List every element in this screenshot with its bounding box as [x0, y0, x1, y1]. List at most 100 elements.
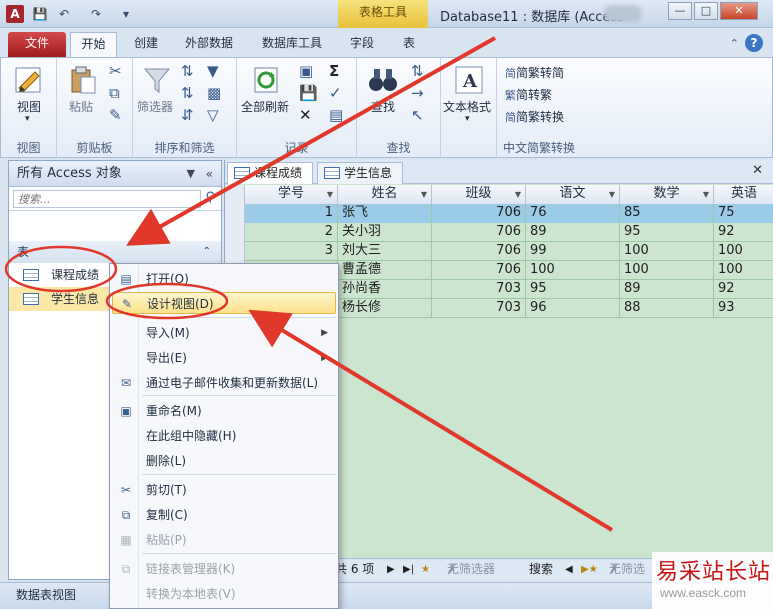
table-cell[interactable]: 88: [620, 299, 714, 318]
nav-pane-header[interactable]: 所有 Access 对象 ▼ «: [9, 161, 221, 187]
table-row[interactable]: 2 关小羽 706 89 95 92: [225, 223, 773, 242]
row-selector[interactable]: [225, 223, 245, 242]
context-menu-item[interactable]: 删除(L): [112, 450, 336, 472]
column-header[interactable]: 姓名 ▼: [338, 185, 432, 204]
scroll-right-icon[interactable]: ▶★: [581, 559, 598, 580]
table-cell[interactable]: 100: [714, 261, 773, 280]
totals-icon[interactable]: Σ: [329, 62, 339, 80]
tab-file[interactable]: 文件: [8, 32, 66, 57]
row-selector[interactable]: [225, 242, 245, 261]
new-record-nav-icon[interactable]: ★: [421, 559, 430, 580]
table-cell[interactable]: 85: [620, 204, 714, 223]
table-cell[interactable]: 92: [714, 280, 773, 299]
table-cell[interactable]: 曹孟德: [338, 261, 432, 280]
find-button[interactable]: 查找: [371, 98, 395, 115]
context-menu-item[interactable]: ✂ 剪切(T): [112, 479, 336, 501]
table-cell[interactable]: 96: [526, 299, 620, 318]
tab-create[interactable]: 创建: [126, 32, 166, 57]
context-menu-item[interactable]: ▤ 打开(O): [112, 268, 336, 290]
spelling-icon[interactable]: ✓: [329, 84, 342, 102]
column-header[interactable]: 数学 ▼: [620, 185, 714, 204]
column-header[interactable]: 学号 ▼: [245, 185, 338, 204]
context-menu-item[interactable]: ⧉ 复制(C): [112, 504, 336, 526]
column-dropdown-icon[interactable]: ▼: [515, 186, 521, 204]
table-row[interactable]: 3 刘大三 706 99 100 100: [225, 242, 773, 261]
search-icon[interactable]: ⚲: [205, 190, 215, 205]
text-format-dropdown-icon[interactable]: ▾: [465, 114, 470, 124]
view-button[interactable]: 视图: [17, 98, 41, 115]
trad-to-simp-button[interactable]: 简简繁转简: [505, 64, 564, 81]
close-document-icon[interactable]: ✕: [752, 163, 763, 178]
table-cell[interactable]: 703: [432, 299, 526, 318]
table-cell[interactable]: 100: [714, 242, 773, 261]
column-header[interactable]: 班级 ▼: [432, 185, 526, 204]
table-cell[interactable]: 100: [526, 261, 620, 280]
record-search-box[interactable]: 搜索: [529, 559, 553, 580]
selection-filter-icon[interactable]: ▼: [207, 62, 219, 80]
table-cell[interactable]: 关小羽: [338, 223, 432, 242]
table-cell[interactable]: 3: [245, 242, 338, 261]
context-menu-item[interactable]: 在此组中隐藏(H): [112, 425, 336, 447]
tab-external-data[interactable]: 外部数据: [176, 32, 242, 57]
simp-to-trad-button[interactable]: 繁简转繁: [505, 86, 552, 103]
minimize-ribbon-icon[interactable]: ⌃: [730, 37, 739, 50]
select-all-corner[interactable]: [225, 185, 245, 204]
context-menu-item[interactable]: ▣ 重命名(M): [112, 400, 336, 422]
copy-icon[interactable]: ⧉: [109, 84, 120, 102]
nav-dropdown-icon[interactable]: ▼: [187, 161, 195, 187]
table-cell[interactable]: 95: [526, 280, 620, 299]
nav-search-input[interactable]: [13, 190, 201, 208]
column-dropdown-icon[interactable]: ▼: [703, 186, 709, 204]
table-cell[interactable]: 刘大三: [338, 242, 432, 261]
new-record-icon[interactable]: ▣: [299, 62, 313, 80]
toggle-filter-icon[interactable]: ▽: [207, 106, 219, 124]
sort-ascending-icon[interactable]: ⇅: [181, 62, 194, 80]
sort-descending-icon[interactable]: ⇅: [181, 84, 194, 102]
simp-trad-convert-button[interactable]: 简简繁转换: [505, 108, 564, 125]
view-dropdown-icon[interactable]: ▾: [25, 114, 30, 124]
column-dropdown-icon[interactable]: ▼: [421, 186, 427, 204]
scroll-left-icon[interactable]: ◀: [565, 559, 573, 580]
minimize-button[interactable]: —: [668, 2, 692, 20]
table-row[interactable]: 1 张飞 706 76 85 75: [225, 204, 773, 223]
replace-icon[interactable]: ⇅: [411, 62, 424, 80]
table-cell[interactable]: 76: [526, 204, 620, 223]
customize-qat-icon[interactable]: ▾: [118, 6, 134, 22]
column-header[interactable]: 语文 ▼: [526, 185, 620, 204]
redo-icon[interactable]: ↷: [88, 6, 104, 22]
table-cell[interactable]: 100: [620, 261, 714, 280]
delete-record-icon[interactable]: ✕: [299, 106, 312, 124]
table-cell[interactable]: 706: [432, 204, 526, 223]
help-icon[interactable]: ?: [745, 34, 763, 52]
table-cell[interactable]: 杨长修: [338, 299, 432, 318]
more-records-icon[interactable]: ▤: [329, 106, 343, 124]
context-menu-item[interactable]: 导出(E) ▶: [112, 347, 336, 369]
table-cell[interactable]: 92: [714, 223, 773, 242]
table-cell[interactable]: 99: [526, 242, 620, 261]
maximize-button[interactable]: □: [694, 2, 718, 20]
save-icon[interactable]: 💾: [32, 6, 48, 22]
table-cell[interactable]: 孙尚香: [338, 280, 432, 299]
nav-group-tables[interactable]: 表 ⌃: [9, 241, 221, 263]
advanced-filter-icon[interactable]: ▩: [207, 84, 221, 102]
doc-tab-student-info[interactable]: 学生信息: [317, 162, 404, 184]
table-cell[interactable]: 1: [245, 204, 338, 223]
table-cell[interactable]: 706: [432, 223, 526, 242]
table-cell[interactable]: 95: [620, 223, 714, 242]
tab-database-tools[interactable]: 数据库工具: [254, 32, 330, 57]
format-painter-icon[interactable]: ✎: [109, 106, 122, 124]
group-collapse-icon[interactable]: ⌃: [203, 241, 211, 263]
column-dropdown-icon[interactable]: ▼: [327, 186, 333, 204]
last-record-icon[interactable]: ▶|: [403, 559, 414, 580]
go-to-icon[interactable]: →: [411, 84, 424, 102]
close-window-button[interactable]: ✕: [720, 2, 758, 20]
column-header[interactable]: 英语: [714, 185, 773, 204]
table-cell[interactable]: 2: [245, 223, 338, 242]
table-cell[interactable]: 89: [526, 223, 620, 242]
context-menu-item[interactable]: 导入(M) ▶: [112, 322, 336, 344]
table-cell[interactable]: 89: [620, 280, 714, 299]
tab-fields[interactable]: 字段: [344, 32, 380, 57]
table-cell[interactable]: 93: [714, 299, 773, 318]
access-app-icon[interactable]: A: [6, 5, 24, 23]
save-record-icon[interactable]: 💾: [299, 84, 318, 102]
